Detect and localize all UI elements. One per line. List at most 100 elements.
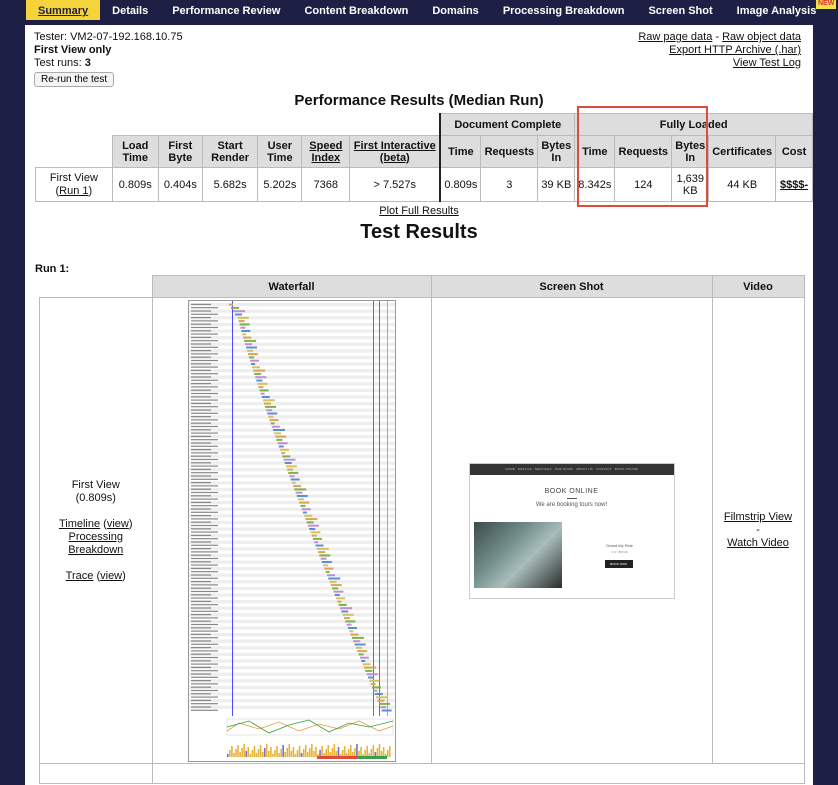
watch-video-link[interactable]: Watch Video xyxy=(727,537,789,549)
waterfall-row-label xyxy=(190,329,211,331)
thumb-nav-home: HOME xyxy=(505,466,516,471)
request-bar xyxy=(364,669,372,672)
waterfall-row-label xyxy=(190,408,211,411)
cost-link[interactable]: $$$$- xyxy=(780,179,808,191)
waterfall-row-label xyxy=(190,474,211,477)
waterfall-row-label xyxy=(190,309,211,312)
tab-details[interactable]: Details xyxy=(100,0,160,20)
waterfall-row-label xyxy=(190,422,211,424)
export-har-link[interactable]: Export HTTP Archive (.har) xyxy=(669,44,801,56)
user-time-value: 5.202s xyxy=(257,167,303,202)
trace-view-link[interactable]: view xyxy=(100,570,122,582)
request-bar xyxy=(292,484,301,487)
waterfall-row-label xyxy=(190,303,211,305)
request-bar xyxy=(332,590,343,593)
run-label: Run 1: xyxy=(35,263,70,275)
screenshot-thumbnail[interactable]: HOME DETAILS SERVICES OUR WORK ABOUT US … xyxy=(468,462,675,599)
waterfall-row-bg xyxy=(188,526,395,531)
trace-link[interactable]: Trace xyxy=(66,570,94,582)
tab-content-breakdown[interactable]: Content Breakdown xyxy=(292,0,420,20)
request-bar xyxy=(232,309,245,312)
activity-bar xyxy=(359,746,362,757)
waterfall-row-bg xyxy=(188,460,395,465)
request-bar xyxy=(262,398,275,401)
activity-bar xyxy=(333,743,335,757)
waterfall-row-label xyxy=(190,544,218,546)
activity-bar xyxy=(326,744,329,757)
request-bar xyxy=(336,600,341,603)
waterfall-row-label xyxy=(190,649,218,651)
activity-bar xyxy=(378,743,380,757)
waterfall-image[interactable] xyxy=(187,299,396,762)
raw-object-data-link[interactable]: Raw object data xyxy=(722,31,801,43)
timeline-view-link[interactable]: view xyxy=(107,518,129,530)
rerun-button[interactable]: Re-run the test xyxy=(34,72,115,87)
request-bar xyxy=(311,534,317,537)
waterfall-row-label xyxy=(190,441,211,444)
tester-info: Tester: VM2-07-192.168.10.75 First View … xyxy=(34,31,183,87)
filmstrip-view-link[interactable]: Filmstrip View xyxy=(724,511,792,523)
waterfall-row-bg xyxy=(188,441,395,445)
col-speed-index[interactable]: Speed Index xyxy=(301,135,351,168)
request-bar xyxy=(280,451,285,454)
request-bar xyxy=(338,603,347,606)
tab-screen-shot[interactable]: Screen Shot xyxy=(636,0,724,20)
waterfall-row-label xyxy=(190,580,211,582)
row-label: First View (Run 1) xyxy=(35,167,113,202)
request-bar xyxy=(329,580,337,583)
request-bar xyxy=(358,652,364,655)
activity-bar xyxy=(230,745,233,757)
speed-index-link[interactable]: Speed Index xyxy=(309,140,342,164)
speed-index-value: 7368 xyxy=(301,167,351,202)
waterfall-row-label xyxy=(190,613,211,615)
request-bar xyxy=(252,369,265,372)
marker-start xyxy=(231,300,233,716)
waterfall-row-bg xyxy=(188,368,395,372)
request-bar xyxy=(261,395,270,398)
tab-processing-breakdown[interactable]: Processing Breakdown xyxy=(491,0,637,20)
cost-value[interactable]: $$$$- xyxy=(775,167,813,202)
request-bar xyxy=(327,577,340,579)
screenshot-cell: HOME DETAILS SERVICES OUR WORK ABOUT US … xyxy=(430,297,713,764)
doc-complete-header: Document Complete xyxy=(439,113,576,136)
raw-page-data-link[interactable]: Raw page data xyxy=(638,31,712,43)
timeline-link[interactable]: Timeline xyxy=(59,518,100,530)
first-interactive-link[interactable]: First Interactive (beta) xyxy=(354,140,436,164)
waterfall-row-label xyxy=(190,593,211,595)
waterfall-row-label xyxy=(190,514,211,516)
request-bar xyxy=(279,448,289,451)
col-full-bytes: Bytes In xyxy=(671,135,710,168)
waterfall-row-bg xyxy=(188,612,395,616)
new-badge: NEW xyxy=(816,0,837,9)
request-bar xyxy=(264,405,276,408)
request-bar xyxy=(370,682,376,685)
waterfall-row-label xyxy=(190,547,211,549)
request-bar xyxy=(351,636,364,639)
waterfall-row-bg xyxy=(188,546,395,550)
waterfall-row-label xyxy=(190,610,218,612)
waterfall-row-bg xyxy=(188,579,395,583)
activity-bar xyxy=(372,744,374,757)
tab-summary[interactable]: Summary xyxy=(26,0,101,20)
tab-domains[interactable]: Domains xyxy=(420,0,490,20)
waterfall-row-label xyxy=(190,540,211,543)
view-test-log-link[interactable]: View Test Log xyxy=(733,57,801,69)
run-1-link[interactable]: Run 1 xyxy=(59,185,88,197)
col-first-interactive[interactable]: First Interactive (beta) xyxy=(349,135,441,168)
waterfall-row-label xyxy=(190,461,211,463)
request-bar xyxy=(243,339,256,342)
plot-full-results-link[interactable]: Plot Full Results xyxy=(379,205,458,217)
waterfall-row-label xyxy=(190,521,211,523)
request-bar xyxy=(285,464,297,467)
test-results-table: Waterfall Screen Shot Video First View (… xyxy=(39,275,805,784)
activity-bar xyxy=(273,749,276,757)
tab-performance-review[interactable]: Performance Review xyxy=(160,0,292,20)
request-bar xyxy=(240,329,250,332)
processing-breakdown-link[interactable]: Processing Breakdown xyxy=(68,531,123,556)
plot-full-results-container: Plot Full Results xyxy=(25,205,813,217)
request-bar xyxy=(271,425,280,428)
waterfall-row-label xyxy=(190,435,211,437)
activity-bar xyxy=(300,752,302,757)
waterfall-row-label xyxy=(190,356,211,358)
tab-image-analysis[interactable]: Image Analysis NEW xyxy=(725,0,837,20)
